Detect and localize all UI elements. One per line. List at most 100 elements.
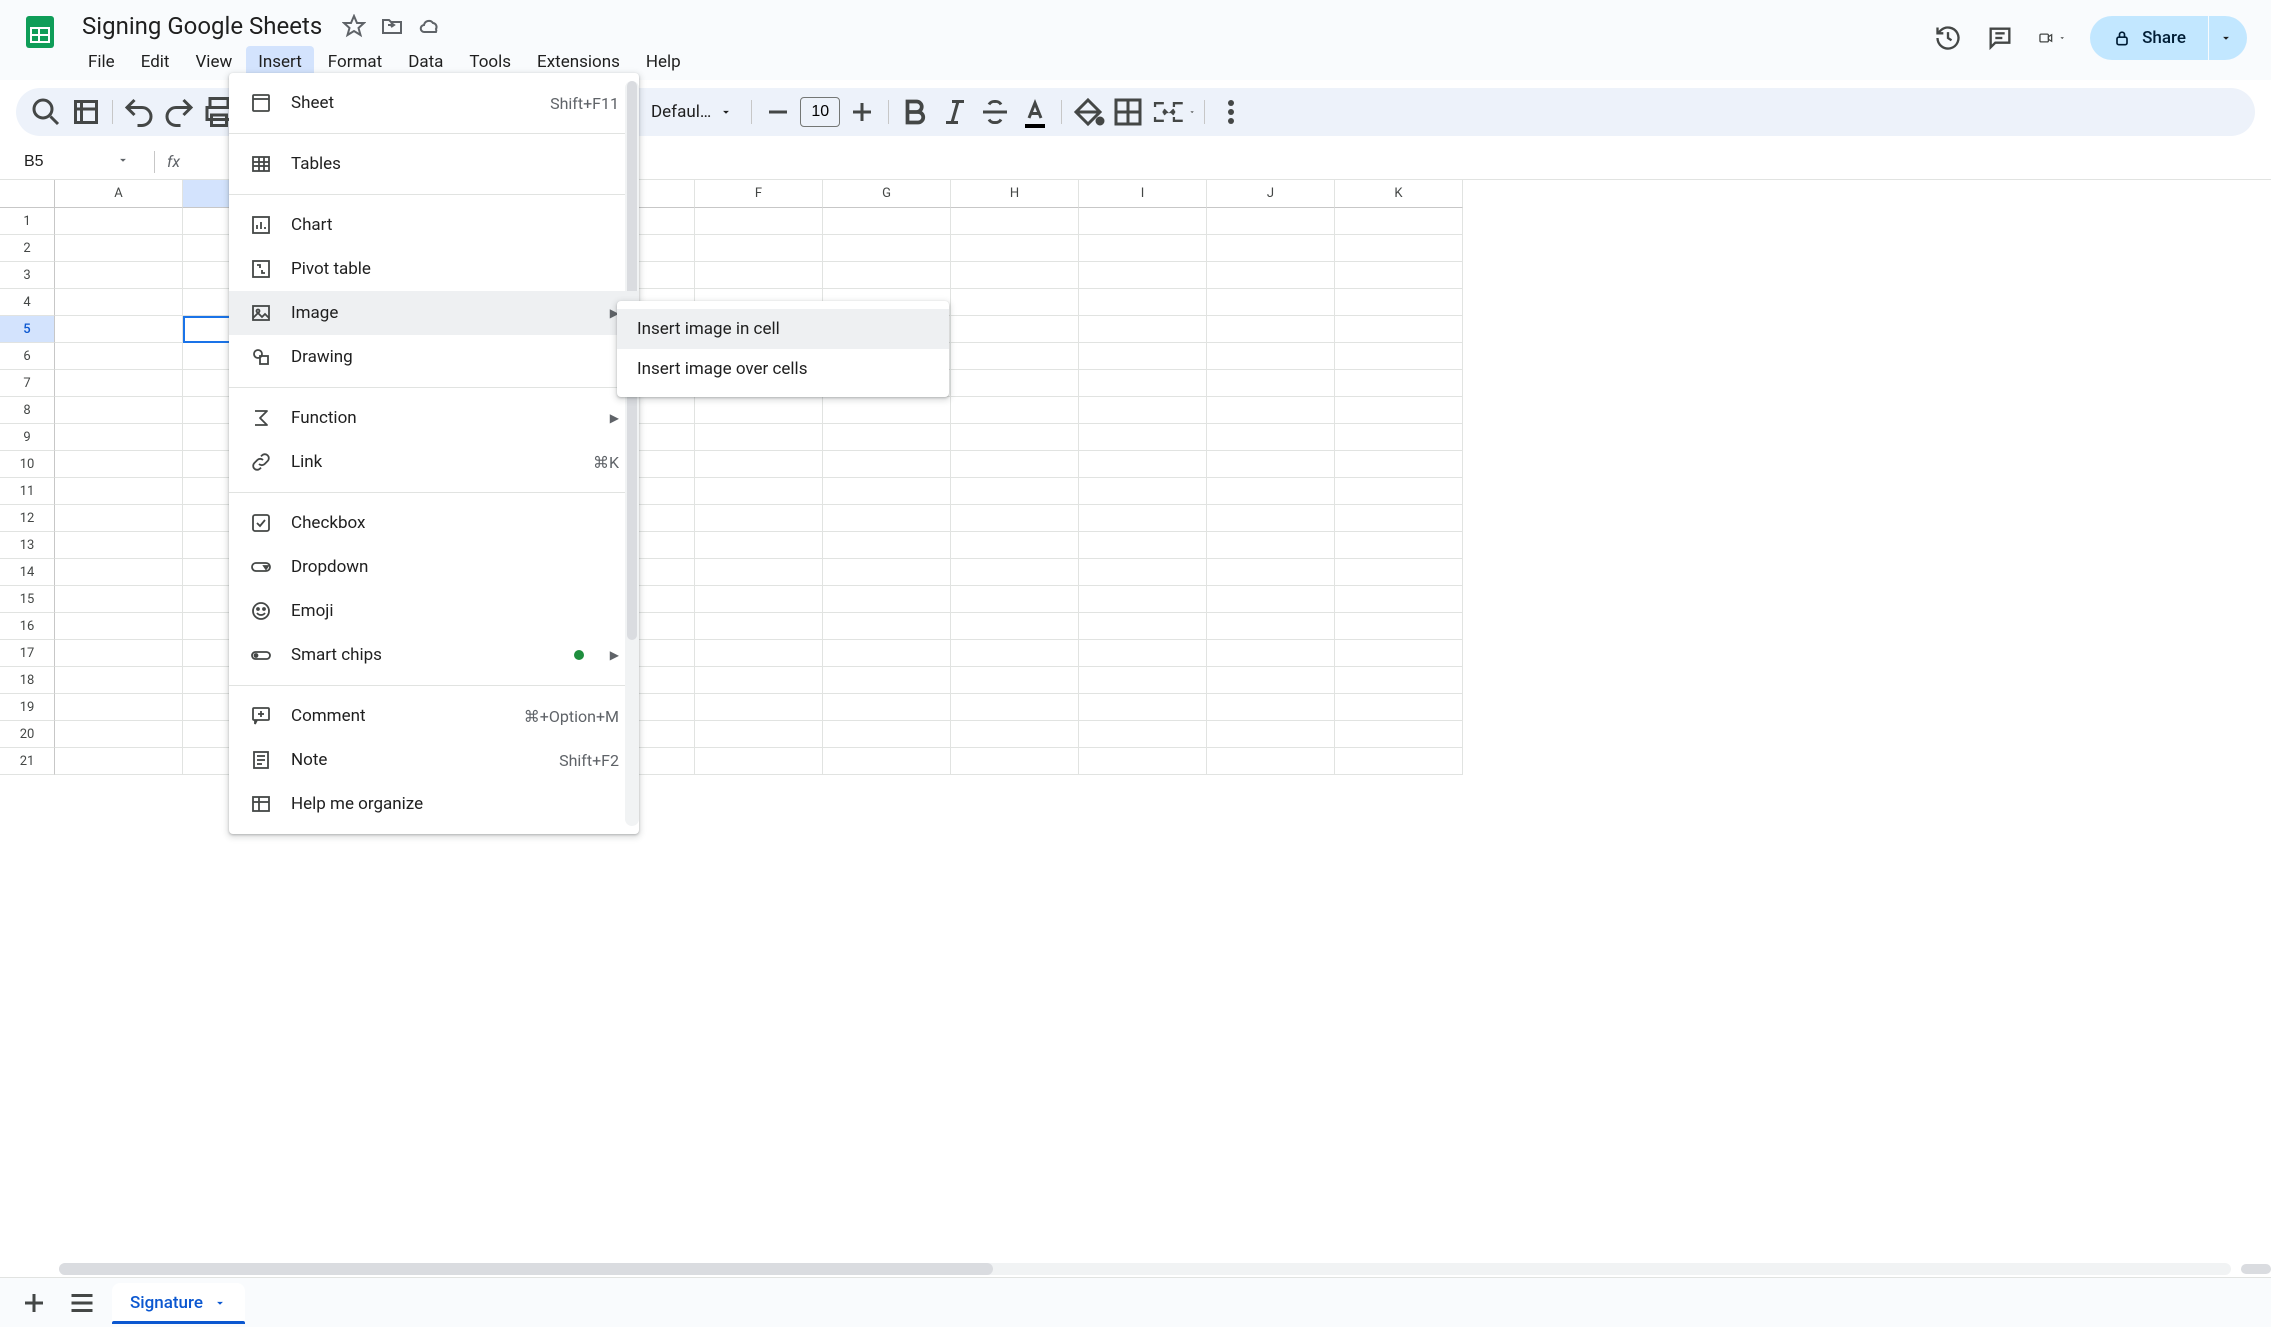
cell[interactable] — [55, 721, 183, 748]
cell[interactable] — [55, 208, 183, 235]
menu-help[interactable]: Help — [634, 46, 693, 78]
cell[interactable] — [695, 586, 823, 613]
cell[interactable] — [951, 235, 1079, 262]
cell[interactable] — [695, 667, 823, 694]
cell[interactable] — [695, 721, 823, 748]
row-header[interactable]: 10 — [0, 451, 55, 478]
cell[interactable] — [1079, 559, 1207, 586]
font-family-select[interactable]: Defaul… — [641, 102, 743, 122]
cell[interactable] — [1079, 370, 1207, 397]
cell[interactable] — [695, 235, 823, 262]
cell[interactable] — [55, 586, 183, 613]
cell[interactable] — [1079, 748, 1207, 775]
cell[interactable] — [695, 613, 823, 640]
cell[interactable] — [951, 667, 1079, 694]
cell[interactable] — [1079, 424, 1207, 451]
cell[interactable] — [1079, 613, 1207, 640]
borders-icon[interactable] — [1110, 94, 1146, 130]
cell[interactable] — [1207, 235, 1335, 262]
cell[interactable] — [951, 424, 1079, 451]
more-toolbar-icon[interactable] — [1213, 94, 1249, 130]
insert-menu-chart[interactable]: Chart — [229, 203, 639, 247]
column-header[interactable]: A — [55, 180, 183, 208]
search-icon[interactable] — [28, 94, 64, 130]
cell[interactable] — [55, 316, 183, 343]
cell[interactable] — [55, 262, 183, 289]
cell[interactable] — [55, 505, 183, 532]
cell[interactable] — [951, 343, 1079, 370]
cell[interactable] — [55, 343, 183, 370]
cell[interactable] — [695, 640, 823, 667]
insert-menu-tables[interactable]: Tables — [229, 142, 639, 186]
cell[interactable] — [1207, 316, 1335, 343]
row-header[interactable]: 15 — [0, 586, 55, 613]
redo-icon[interactable] — [161, 94, 197, 130]
cell[interactable] — [823, 586, 951, 613]
cell[interactable] — [1207, 748, 1335, 775]
cell[interactable] — [1335, 694, 1463, 721]
cell[interactable] — [1079, 478, 1207, 505]
cell[interactable] — [55, 559, 183, 586]
insert-menu-comment[interactable]: Comment⌘+Option+M — [229, 694, 639, 738]
cell[interactable] — [1079, 532, 1207, 559]
decrease-font-icon[interactable] — [760, 94, 796, 130]
cell[interactable] — [1335, 748, 1463, 775]
row-header[interactable]: 3 — [0, 262, 55, 289]
cell[interactable] — [823, 559, 951, 586]
cell[interactable] — [1207, 478, 1335, 505]
cell[interactable] — [1335, 262, 1463, 289]
cell[interactable] — [1079, 586, 1207, 613]
cell[interactable] — [1335, 316, 1463, 343]
cell[interactable] — [951, 532, 1079, 559]
cell[interactable] — [1207, 451, 1335, 478]
insert-menu-smart-chips[interactable]: Smart chips▶ — [229, 633, 639, 677]
cell[interactable] — [1079, 397, 1207, 424]
cell[interactable] — [823, 235, 951, 262]
cell[interactable] — [1207, 262, 1335, 289]
cell[interactable] — [1207, 613, 1335, 640]
cell[interactable] — [1079, 235, 1207, 262]
cell[interactable] — [695, 397, 823, 424]
print-area-icon[interactable] — [68, 94, 104, 130]
cell[interactable] — [1207, 694, 1335, 721]
cell[interactable] — [55, 370, 183, 397]
cell[interactable] — [1079, 505, 1207, 532]
cell[interactable] — [823, 721, 951, 748]
cell[interactable] — [55, 613, 183, 640]
cell[interactable] — [951, 748, 1079, 775]
cell[interactable] — [951, 289, 1079, 316]
cell[interactable] — [1207, 667, 1335, 694]
row-header[interactable]: 7 — [0, 370, 55, 397]
cell[interactable] — [1079, 667, 1207, 694]
move-folder-icon[interactable] — [380, 14, 404, 38]
cell[interactable] — [695, 505, 823, 532]
cell[interactable] — [823, 532, 951, 559]
cell[interactable] — [1335, 370, 1463, 397]
cell[interactable] — [55, 748, 183, 775]
submenu-insert-image-over-cells[interactable]: Insert image over cells — [617, 349, 949, 389]
cell[interactable] — [1079, 316, 1207, 343]
cell[interactable] — [1207, 208, 1335, 235]
insert-menu-dropdown[interactable]: Dropdown — [229, 545, 639, 589]
cell[interactable] — [951, 478, 1079, 505]
history-icon[interactable] — [1934, 24, 1962, 52]
cell[interactable] — [55, 235, 183, 262]
cell[interactable] — [951, 505, 1079, 532]
cell[interactable] — [1207, 586, 1335, 613]
row-header[interactable]: 2 — [0, 235, 55, 262]
comment-history-icon[interactable] — [1986, 24, 2014, 52]
row-header[interactable]: 6 — [0, 343, 55, 370]
cell[interactable] — [55, 289, 183, 316]
cell[interactable] — [695, 559, 823, 586]
cell[interactable] — [1335, 667, 1463, 694]
cell[interactable] — [1207, 532, 1335, 559]
strikethrough-icon[interactable] — [977, 94, 1013, 130]
cell[interactable] — [1335, 397, 1463, 424]
row-header[interactable]: 8 — [0, 397, 55, 424]
cell[interactable] — [1335, 424, 1463, 451]
cell[interactable] — [55, 667, 183, 694]
cell[interactable] — [55, 424, 183, 451]
cell[interactable] — [823, 397, 951, 424]
cell[interactable] — [823, 505, 951, 532]
cell[interactable] — [1207, 640, 1335, 667]
